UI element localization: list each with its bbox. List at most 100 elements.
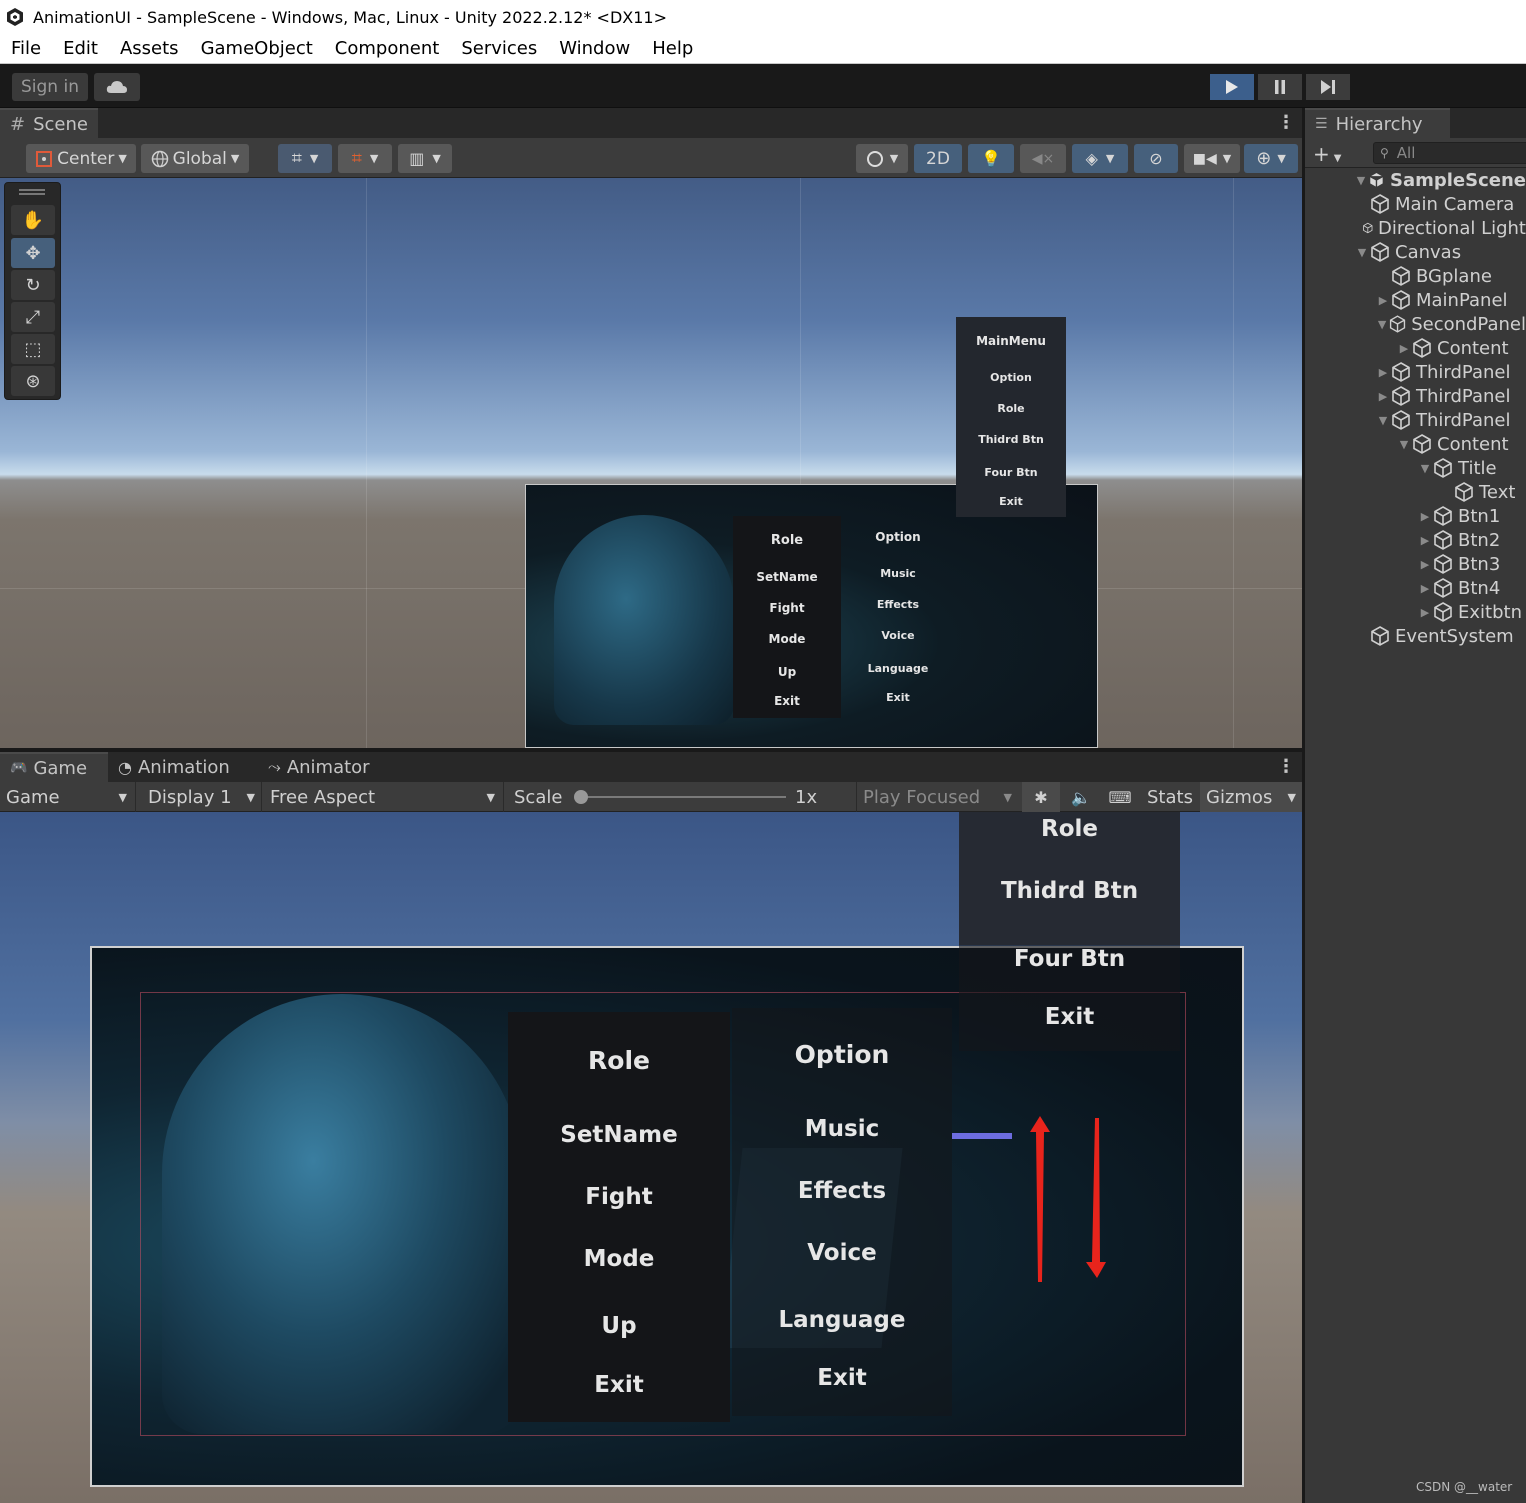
menu-btn-thidrd[interactable]: Thidrd Btn — [959, 878, 1180, 904]
play-button[interactable] — [1210, 74, 1254, 100]
hierarchy-row[interactable]: ▼ Canvas — [1305, 240, 1526, 264]
scene-btn-effects[interactable]: Effects — [845, 598, 951, 611]
audio-toggle[interactable]: ◀× — [1020, 144, 1066, 173]
grid-snap-button[interactable]: ⌗ ▼ — [278, 144, 332, 173]
scene-menu-option[interactable]: Option — [956, 371, 1066, 384]
frame-debugger-toggle[interactable]: ✱ — [1022, 782, 1060, 812]
hand-tool-button[interactable]: ✋ — [11, 205, 55, 235]
hierarchy-row[interactable]: ▼ SampleScene — [1305, 168, 1526, 192]
expand-open-icon[interactable]: ▼ — [1376, 414, 1390, 427]
space-dropdown[interactable]: Global ▼ — [141, 144, 249, 173]
btn-fight[interactable]: Fight — [508, 1184, 730, 1210]
visibility-toggle[interactable]: ⊘ — [1134, 144, 1178, 173]
gizmos-dropdown[interactable]: ⊕ ▼ — [1244, 144, 1298, 173]
expand-closed-icon[interactable]: ▶ — [1376, 366, 1390, 379]
btn-up[interactable]: Up — [508, 1313, 730, 1339]
expand-open-icon[interactable]: ▼ — [1355, 246, 1369, 259]
play-focused-dropdown[interactable]: Play Focused ▼ — [856, 782, 1020, 812]
menu-component[interactable]: Component — [335, 38, 440, 59]
hierarchy-row[interactable]: Directional Light — [1305, 216, 1526, 240]
scene-btn-mode[interactable]: Mode — [733, 632, 841, 646]
hierarchy-row[interactable]: ▶ Exitbtn — [1305, 600, 1526, 624]
game-more-icon[interactable]: ⋮ — [1277, 756, 1295, 777]
expand-closed-icon[interactable]: ▶ — [1376, 390, 1390, 403]
menu-services[interactable]: Services — [461, 38, 537, 59]
scene-menu-role[interactable]: Role — [956, 402, 1066, 415]
hierarchy-row[interactable]: ▶ Btn1 — [1305, 504, 1526, 528]
scene-role-title[interactable]: Role — [733, 533, 841, 548]
tab-scene[interactable]: # Scene — [0, 108, 98, 138]
hierarchy-row[interactable]: Main Camera — [1305, 192, 1526, 216]
scene-btn-exit[interactable]: Exit — [733, 694, 841, 708]
expand-open-icon[interactable]: ▼ — [1418, 462, 1432, 475]
scene-viewport[interactable]: Role SetName Fight Mode Up Exit Option M… — [0, 178, 1302, 748]
menu-assets[interactable]: Assets — [120, 38, 179, 59]
hierarchy-row[interactable]: ▶ ThirdPanel — [1305, 360, 1526, 384]
menu-edit[interactable]: Edit — [63, 38, 98, 59]
scene-more-icon[interactable]: ⋮ — [1277, 112, 1295, 133]
hierarchy-search-input[interactable]: ⚲ All — [1373, 142, 1526, 164]
expand-open-icon[interactable]: ▼ — [1376, 318, 1388, 331]
scene-btn-up[interactable]: Up — [733, 665, 841, 679]
scene-btn-option-exit[interactable]: Exit — [845, 691, 951, 704]
btn-music[interactable]: Music — [732, 1116, 952, 1142]
scene-menu-four[interactable]: Four Btn — [956, 466, 1066, 479]
transform-tool-button[interactable]: ⊛ — [11, 366, 55, 396]
rotate-tool-button[interactable]: ↻ — [11, 270, 55, 300]
add-object-button[interactable]: + ▼ — [1313, 142, 1341, 166]
btn-setname[interactable]: SetName — [508, 1122, 730, 1148]
expand-closed-icon[interactable]: ▶ — [1418, 582, 1432, 595]
hierarchy-row[interactable]: ▶ Btn2 — [1305, 528, 1526, 552]
scene-btn-fight[interactable]: Fight — [733, 601, 841, 615]
shortcuts-toggle[interactable]: ⌨ — [1102, 782, 1138, 812]
scene-btn-voice[interactable]: Voice — [845, 629, 951, 642]
menu-window[interactable]: Window — [559, 38, 630, 59]
hierarchy-row[interactable]: BGplane — [1305, 264, 1526, 288]
hierarchy-row[interactable]: ▶ Btn4 — [1305, 576, 1526, 600]
scene-btn-setname[interactable]: SetName — [733, 570, 841, 584]
game-viewport[interactable]: Role SetName Fight Mode Up Exit Option M… — [0, 812, 1302, 1503]
mute-audio-toggle[interactable]: 🔈 — [1063, 782, 1099, 812]
drag-handle-icon[interactable] — [19, 189, 45, 191]
move-tool-button[interactable]: ✥ — [11, 238, 55, 268]
hierarchy-row[interactable]: Text — [1305, 480, 1526, 504]
aspect-dropdown[interactable]: Free Aspect ▼ — [264, 782, 504, 812]
hierarchy-row[interactable]: ▼ ThirdPanel — [1305, 408, 1526, 432]
sign-in-button[interactable]: Sign in — [12, 73, 88, 101]
tab-game[interactable]: 🎮 Game — [0, 752, 108, 782]
hierarchy-row[interactable]: EventSystem — [1305, 624, 1526, 648]
scene-btn-music[interactable]: Music — [845, 567, 951, 580]
toggle-2d-button[interactable]: 2D — [914, 144, 962, 173]
hierarchy-row[interactable]: ▼ Content — [1305, 432, 1526, 456]
hierarchy-row[interactable]: ▼ Title — [1305, 456, 1526, 480]
expand-closed-icon[interactable]: ▶ — [1397, 342, 1411, 355]
btn-option-exit[interactable]: Exit — [732, 1365, 952, 1391]
scene-menu-thidrd[interactable]: Thidrd Btn — [956, 433, 1066, 446]
hierarchy-row[interactable]: ▶ ThirdPanel — [1305, 384, 1526, 408]
expand-closed-icon[interactable]: ▶ — [1418, 510, 1432, 523]
display-dropdown[interactable]: Display 1 ▼ — [142, 782, 262, 812]
grid-visibility-button[interactable]: ▥ ▼ — [398, 144, 452, 173]
tab-animation[interactable]: ◔ Animation — [108, 752, 258, 782]
role-title[interactable]: Role — [508, 1046, 730, 1075]
scale-slider-track[interactable] — [578, 796, 786, 798]
scene-menu-exit[interactable]: Exit — [956, 495, 1066, 508]
camera-dropdown[interactable]: ■◀ ▼ — [1184, 144, 1240, 173]
menu-file[interactable]: File — [11, 38, 41, 59]
menu-help[interactable]: Help — [652, 38, 693, 59]
expand-closed-icon[interactable]: ▶ — [1418, 558, 1432, 571]
btn-role-exit[interactable]: Exit — [508, 1372, 730, 1398]
pause-button[interactable] — [1258, 74, 1302, 100]
menu-gameobject[interactable]: GameObject — [201, 38, 313, 59]
expand-open-icon[interactable]: ▼ — [1355, 174, 1367, 187]
btn-mode[interactable]: Mode — [508, 1246, 730, 1272]
stats-button[interactable]: Stats — [1141, 782, 1197, 812]
scene-btn-language[interactable]: Language — [845, 662, 951, 675]
game-view-dropdown[interactable]: Game ▼ — [0, 782, 136, 812]
expand-closed-icon[interactable]: ▶ — [1418, 534, 1432, 547]
effects-dropdown[interactable]: ◈ ▼ — [1072, 144, 1128, 173]
tab-hierarchy[interactable]: ☰ Hierarchy — [1305, 108, 1450, 138]
hierarchy-row[interactable]: ▶ Btn3 — [1305, 552, 1526, 576]
btn-effects[interactable]: Effects — [732, 1178, 952, 1204]
cloud-button[interactable] — [94, 73, 140, 101]
